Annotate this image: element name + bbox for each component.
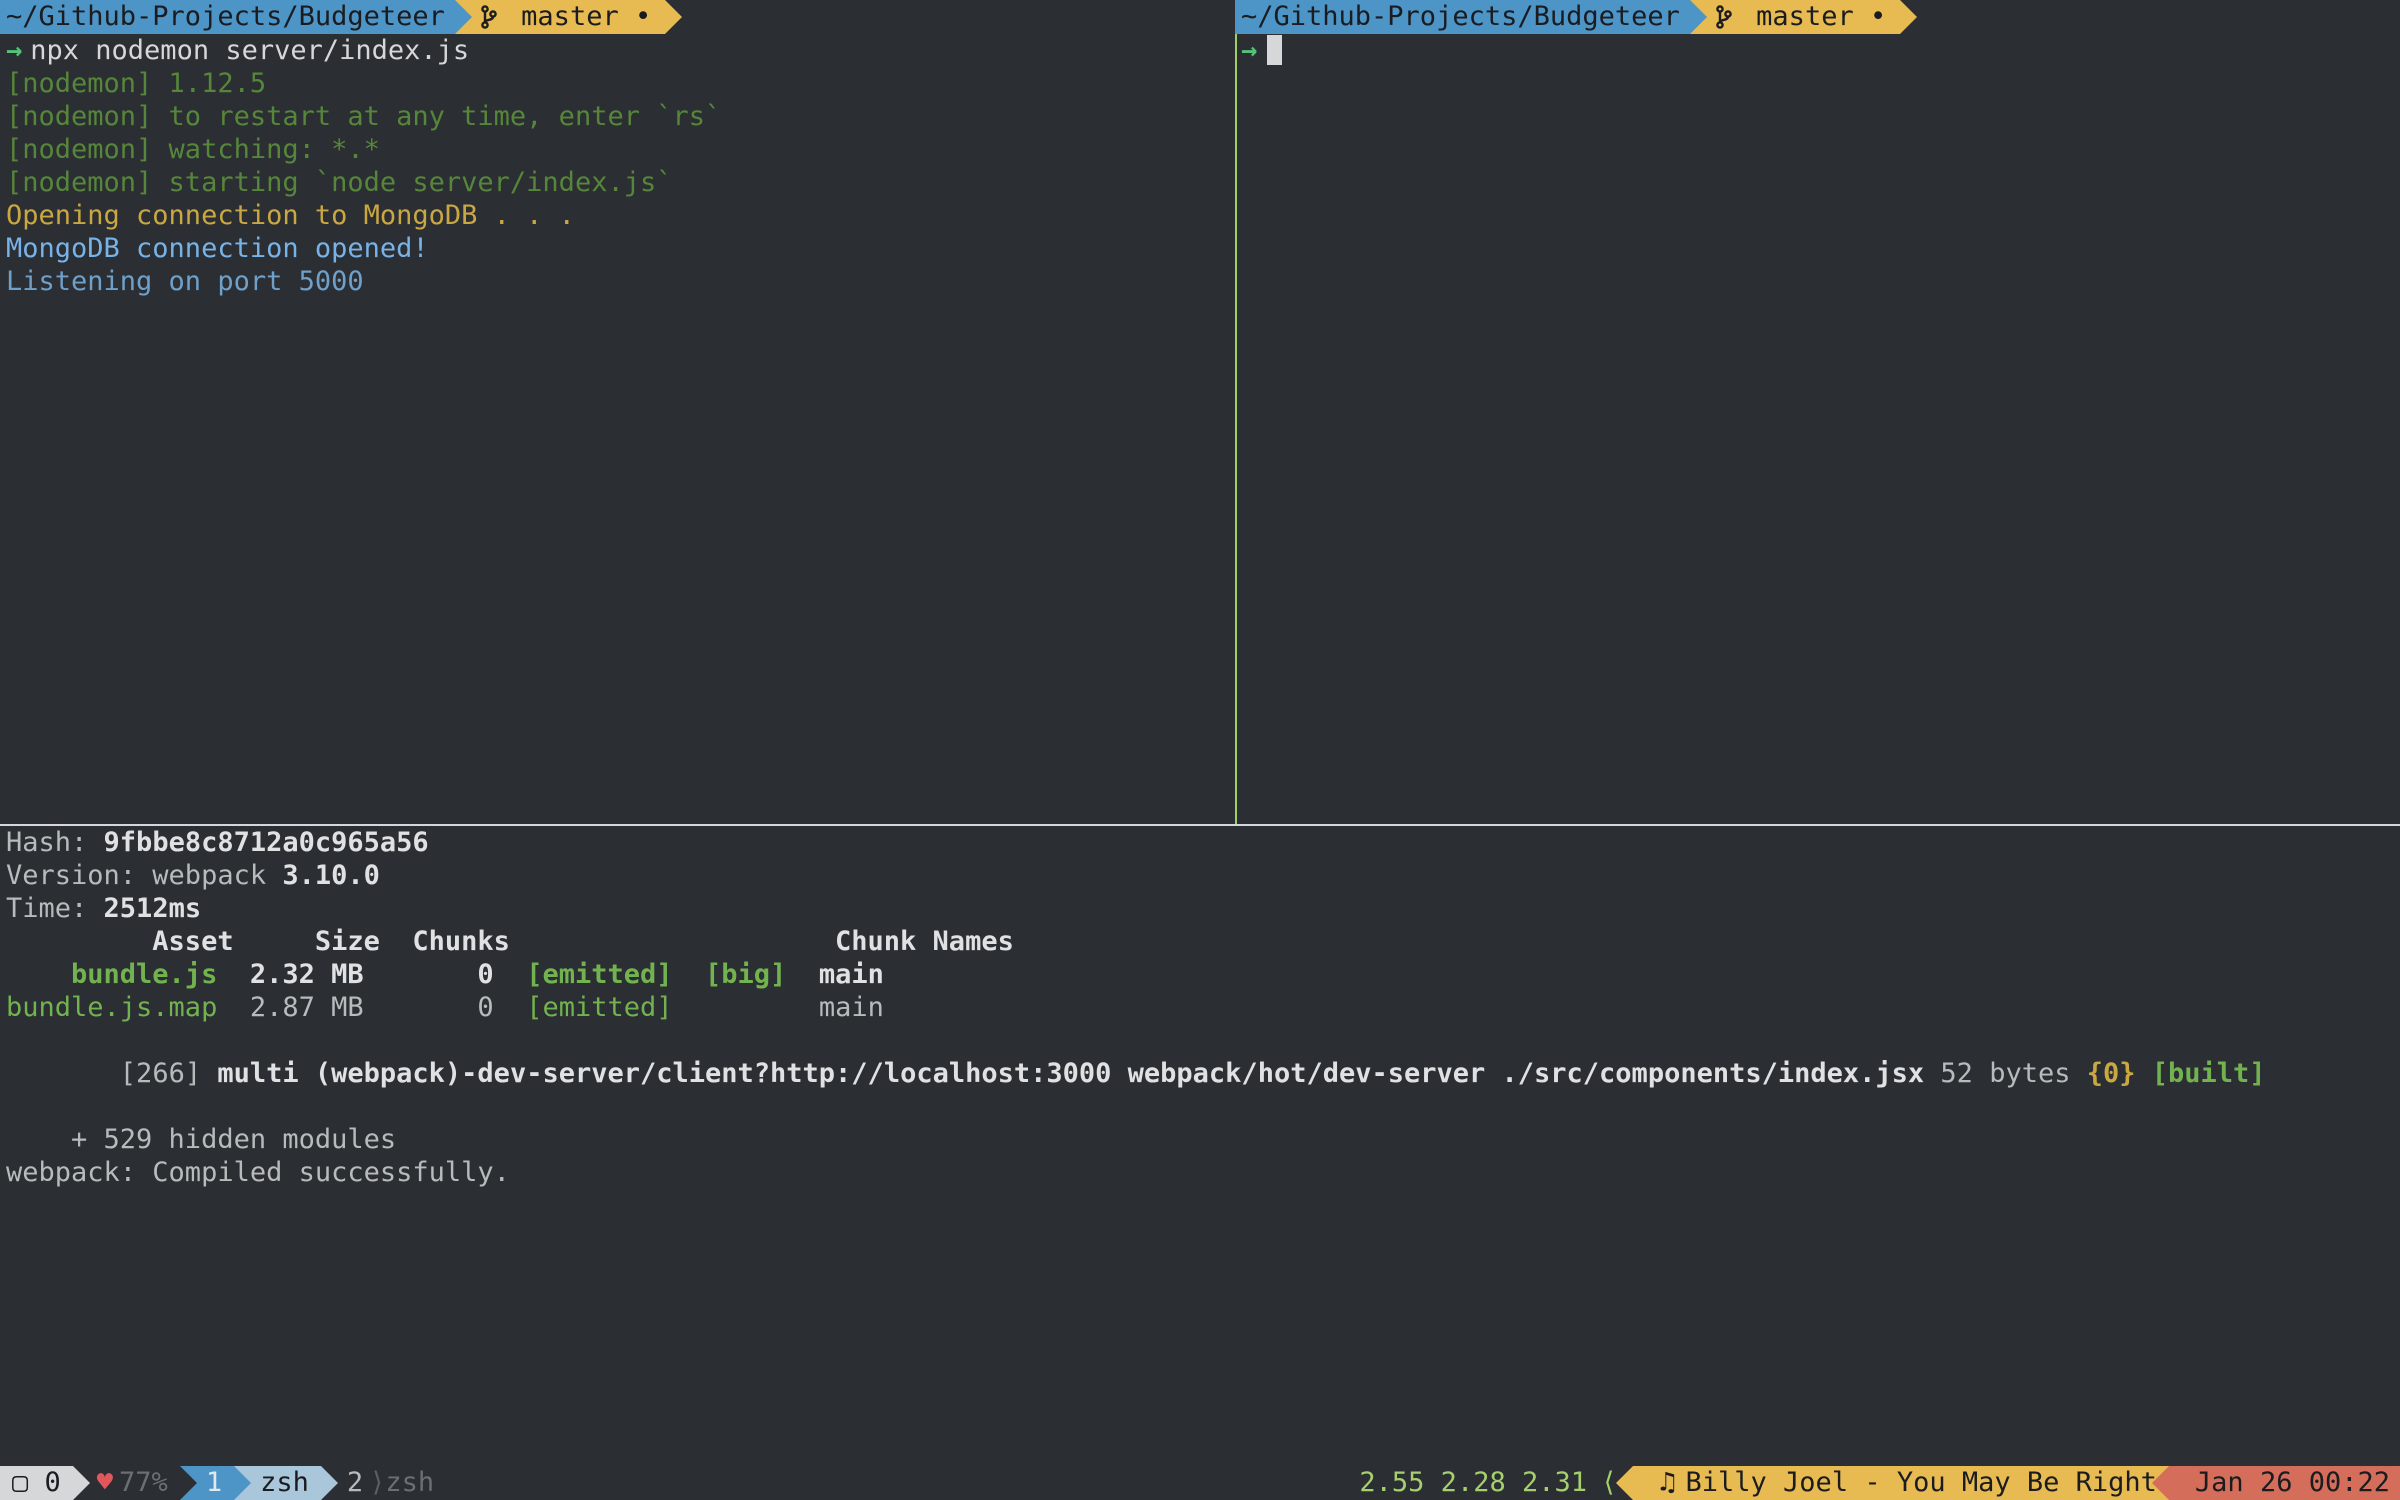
status-session[interactable]: ▢ 0 [0,1466,73,1500]
command-input-left[interactable]: npx nodemon server/index.js [30,35,469,66]
git-branch-icon [1716,4,1732,28]
webpack-asset-row: bundle.js 2.32 MB 0 [emitted] [big] main [6,958,2394,991]
cursor[interactable] [1267,35,1282,65]
webpack-version-line: Version: webpack 3.10.0 [6,859,2394,892]
terminal-output-left: [nodemon] 1.12.5[nodemon] to restart at … [0,67,1235,298]
prompt-path: ~/Github-Projects/Budgeteer [0,0,455,34]
status-now-playing: ♫ Billy Joel - You May Be Right [1633,1466,2169,1500]
webpack-asset-rows: bundle.js 2.32 MB 0 [emitted] [big] main… [6,958,2394,1024]
terminal-output-line: MongoDB connection opened! [6,232,1229,265]
status-load: 2.55 2.28 2.31 ⟨ [1347,1466,1633,1500]
status-clock: Jan 26 00:22 [2169,1466,2400,1500]
prompt-git-branch: master • [455,0,665,34]
terminal-pane-bottom[interactable]: Hash: 9fbbe8c8712a0c965a56 Version: webp… [0,826,2400,1466]
status-window-inactive[interactable]: 2⟩ zsh [321,1466,446,1500]
chevron-right-icon: ⟩ [369,1466,385,1500]
terminal-output-line: [nodemon] 1.12.5 [6,67,1229,100]
prompt-powerline-right: ~/Github-Projects/Budgeteer master • [1235,0,1900,34]
tmux-status-bar: ▢ 0 ♥ 77% 1zsh2⟩ zsh 2.55 2.28 2.31 ⟨ ♫ … [0,1466,2400,1500]
git-branch-icon [481,4,497,28]
heart-icon: ♥ [97,1466,113,1500]
webpack-hidden-modules: + 529 hidden modules [6,1123,2394,1156]
webpack-time-line: Time: 2512ms [6,892,2394,925]
prompt-git-branch: master • [1690,0,1900,34]
terminal-pane-right[interactable]: ~/Github-Projects/Budgeteer master • → [1235,0,2400,824]
terminal-pane-left[interactable]: ~/Github-Projects/Budgeteer master • →np… [0,0,1235,824]
webpack-asset-row: bundle.js.map 2.87 MB 0 [emitted] main [6,991,2394,1024]
webpack-table-header: Asset Size Chunks Chunk Names [6,925,2394,958]
webpack-done-line: webpack: Compiled successfully. [6,1156,2394,1189]
terminal-output-line: Listening on port 5000 [6,265,1229,298]
terminal-output-line: [nodemon] watching: *.* [6,133,1229,166]
prompt-path: ~/Github-Projects/Budgeteer [1235,0,1690,34]
terminal-output-line: Opening connection to MongoDB . . . [6,199,1229,232]
music-note-icon: ♫ [1659,1466,1675,1500]
terminal-output-line: [nodemon] to restart at any time, enter … [6,100,1229,133]
prompt-arrow-icon: → [6,35,30,66]
webpack-module-line: [266] multi (webpack)-dev-server/client?… [6,1024,2394,1123]
webpack-hash-line: Hash: 9fbbe8c8712a0c965a56 [6,826,2394,859]
prompt-powerline-left: ~/Github-Projects/Budgeteer master • [0,0,665,34]
terminal-output-line: [nodemon] starting `node server/index.js… [6,166,1229,199]
prompt-arrow-icon: → [1241,35,1265,66]
